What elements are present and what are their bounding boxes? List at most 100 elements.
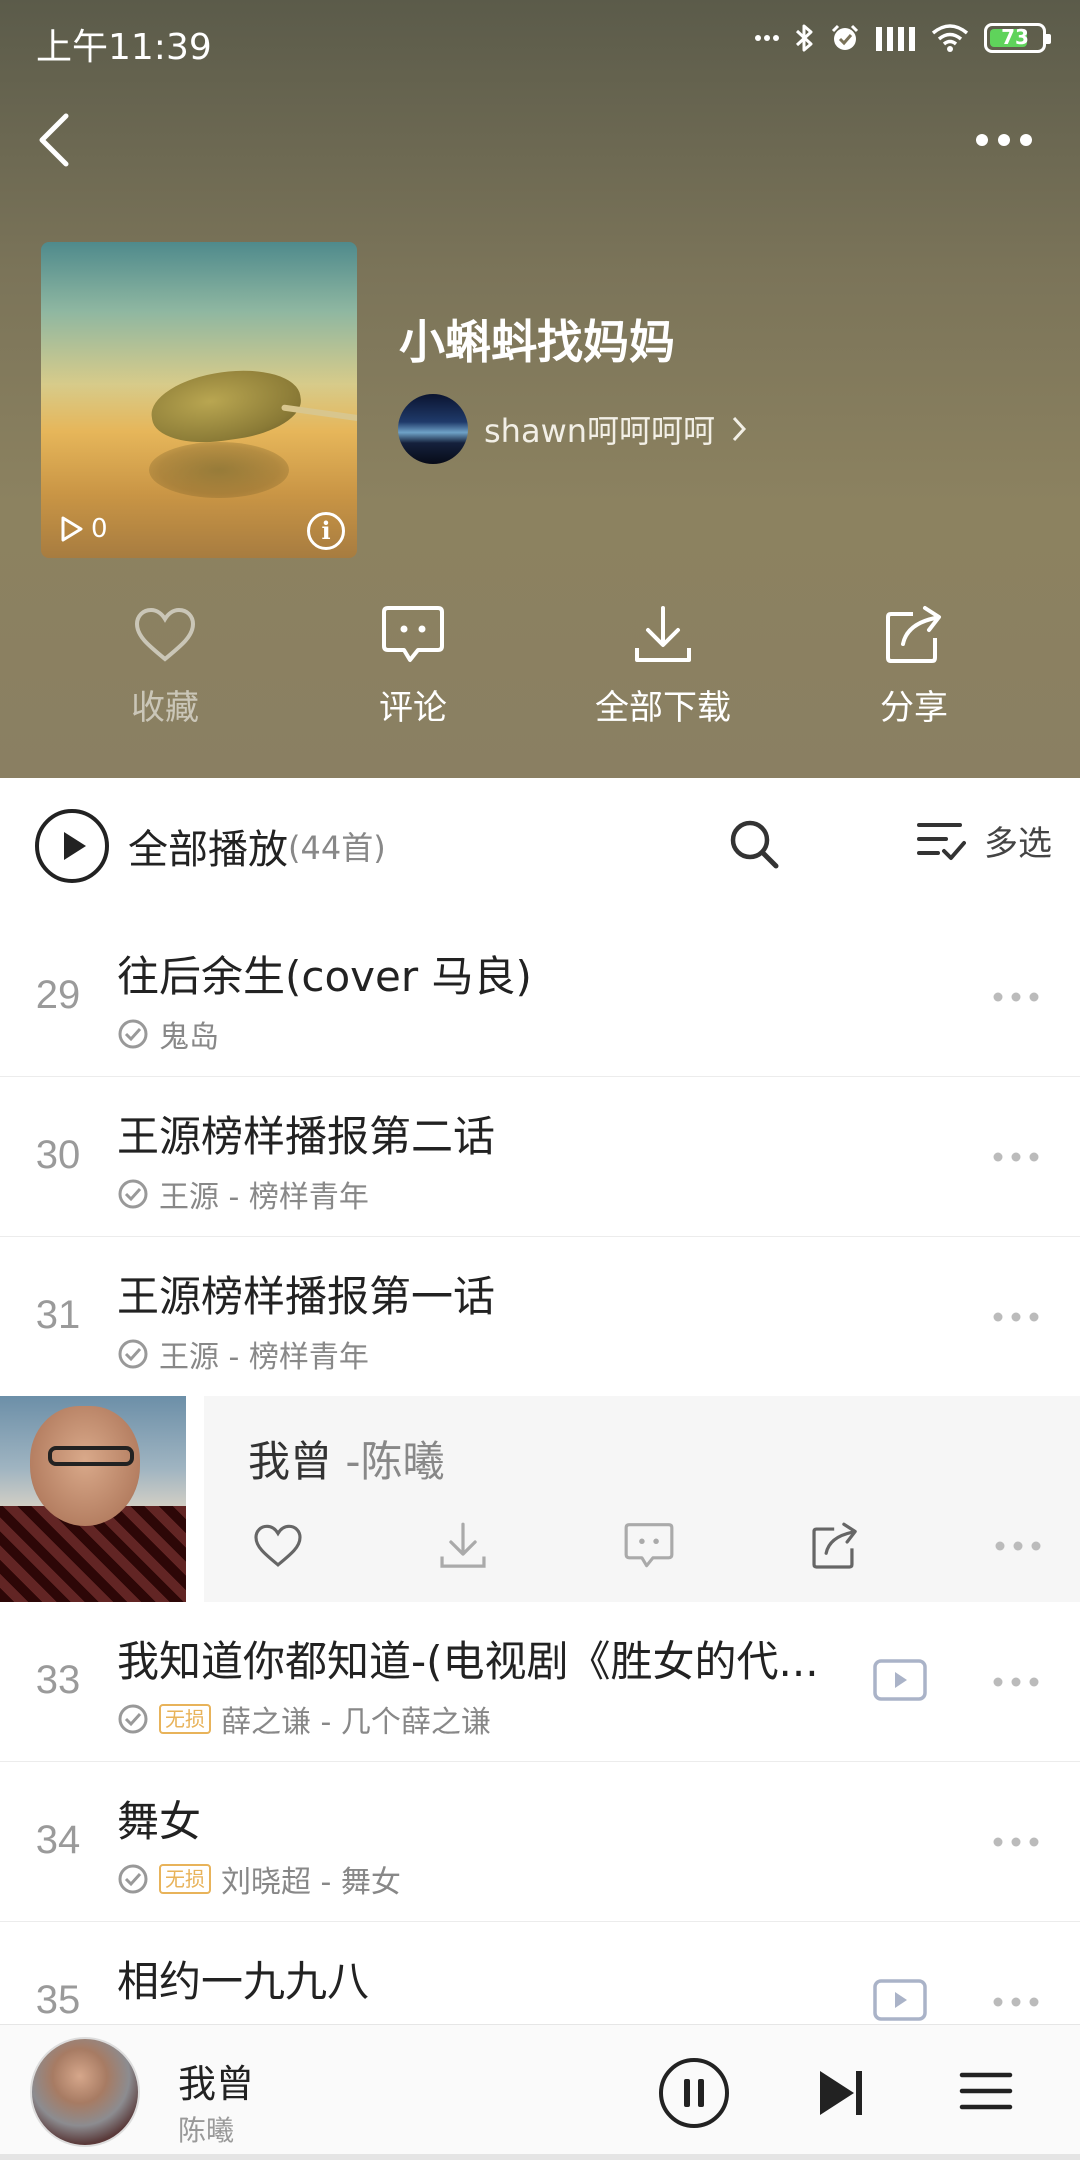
lossless-badge: 无损	[159, 1864, 211, 1894]
play-all-label: 全部播放	[128, 827, 288, 873]
song-title: 我知道你都知道-(电视剧《胜女的代...	[117, 1637, 819, 1686]
song-row[interactable]: 34 舞女 无损 刘晓超 - 舞女	[0, 1762, 1080, 1922]
song-subtitle: 无损 刘晓超 - 舞女	[117, 1857, 401, 1901]
downloaded-check-icon	[118, 1704, 148, 1734]
more-horizontal-icon	[976, 134, 1032, 146]
song-title: 王源榜样播报第二话	[117, 1112, 496, 1161]
playlist-cover[interactable]: 0 i	[41, 242, 357, 558]
search-button[interactable]	[726, 816, 782, 872]
comment-button[interactable]: 评论	[303, 600, 523, 740]
lossless-badge: 无损	[159, 1704, 211, 1734]
mv-button[interactable]	[872, 1978, 928, 2022]
pause-icon	[659, 2058, 729, 2128]
battery-icon: 73	[984, 23, 1051, 53]
song-count: (44首)	[288, 829, 386, 867]
song-more-button[interactable]	[988, 1984, 1044, 2020]
favorite-button[interactable]: 收藏	[55, 600, 275, 740]
status-icons: 73	[754, 18, 1051, 58]
more-horizontal-icon	[993, 1152, 1039, 1162]
menu-icon	[959, 2072, 1013, 2110]
multi-select-button[interactable]: 多选	[916, 816, 1052, 865]
song-more-button[interactable]	[988, 1299, 1044, 1335]
comment-label: 评论	[379, 688, 447, 728]
comment-icon	[382, 606, 444, 662]
play-count: 0	[59, 514, 108, 544]
song-artist: 薛之谦 - 几个薛之谦	[221, 1705, 491, 1740]
info-icon[interactable]: i	[307, 512, 345, 550]
more-horizontal-icon	[993, 1312, 1039, 1322]
song-number: 35	[35, 1978, 81, 2022]
expanded-favorite-button[interactable]	[248, 1516, 308, 1576]
song-title: 王源榜样播报第一话	[117, 1272, 496, 1321]
alarm-icon	[831, 24, 859, 50]
download-all-label: 全部下载	[595, 688, 731, 728]
play-count-icon	[61, 516, 83, 542]
song-number: 31	[35, 1293, 81, 1337]
share-button[interactable]: 分享	[804, 600, 1024, 740]
song-number: 34	[35, 1818, 81, 1862]
expanded-download-button[interactable]	[433, 1516, 493, 1576]
song-number: 30	[35, 1133, 81, 1177]
song-subtitle: 鬼岛	[117, 1012, 219, 1056]
song-more-button[interactable]	[988, 979, 1044, 1015]
song-title: 往后余生(cover 马良)	[117, 952, 532, 1001]
playlist-header: 上午11:39 73 0 i 小蝌蚪找妈妈 shawn呵呵呵呵 收藏 评论 全部…	[0, 0, 1080, 778]
expanded-more-button[interactable]	[988, 1516, 1048, 1576]
more-horizontal-icon	[995, 1541, 1041, 1551]
now-playing-cover[interactable]	[30, 2037, 140, 2147]
now-playing-title: 我曾	[178, 2062, 255, 2106]
artist-photo	[0, 1396, 186, 1602]
favorite-label: 收藏	[131, 688, 199, 728]
play-all-bar: 全部播放 (44首) 多选	[0, 778, 1080, 918]
search-icon	[730, 820, 779, 869]
playback-progress[interactable]	[0, 2154, 1080, 2160]
owner-avatar	[398, 394, 468, 464]
song-row[interactable]: 30 王源榜样播报第二话 王源 - 榜样青年	[0, 1077, 1080, 1237]
download-all-button[interactable]: 全部下载	[553, 600, 773, 740]
song-title: 舞女	[117, 1797, 202, 1846]
more-horizontal-icon	[993, 1997, 1039, 2007]
downloaded-check-icon	[118, 1019, 148, 1049]
song-title: 相约一九九八	[117, 1957, 370, 2006]
song-row[interactable]: 33 我知道你都知道-(电视剧《胜女的代... 无损 薛之谦 - 几个薛之谦	[0, 1602, 1080, 1762]
expanded-title-text: 我曾	[248, 1437, 346, 1486]
expanded-comment-button[interactable]	[619, 1516, 679, 1576]
song-more-button[interactable]	[988, 1824, 1044, 1860]
now-playing-artist: 陈曦	[178, 2114, 235, 2147]
back-arrow-icon	[39, 113, 69, 167]
bluetooth-icon	[795, 24, 813, 52]
play-count-value: 0	[91, 514, 108, 544]
song-more-button[interactable]	[988, 1664, 1044, 1700]
heart-icon	[254, 1524, 302, 1567]
chevron-right-icon	[732, 416, 747, 442]
next-track-button[interactable]	[812, 2063, 872, 2123]
expanded-song-row[interactable]: 我曾 -陈曦	[0, 1396, 1080, 1602]
mini-player[interactable]: 我曾 陈曦	[0, 2024, 1080, 2160]
expanded-share-button[interactable]	[805, 1516, 865, 1576]
song-artist: 鬼岛	[159, 1020, 219, 1055]
song-more-button[interactable]	[988, 1139, 1044, 1175]
song-artist: 王源 - 榜样青年	[159, 1340, 369, 1375]
owner-link[interactable]: shawn呵呵呵呵	[398, 394, 747, 464]
more-options-button[interactable]	[962, 108, 1046, 172]
playlist-queue-button[interactable]	[956, 2061, 1016, 2121]
song-number: 33	[35, 1658, 81, 1702]
song-subtitle: 王源 - 榜样青年	[117, 1172, 369, 1216]
back-button[interactable]	[22, 108, 86, 172]
mv-button[interactable]	[872, 1658, 928, 1702]
status-bar: 上午11:39 73	[0, 0, 1080, 78]
downloaded-check-icon	[118, 1339, 148, 1369]
song-artist: 刘晓超 - 舞女	[221, 1865, 401, 1900]
more-notifications-icon	[755, 35, 779, 41]
share-icon	[886, 606, 941, 663]
multi-select-label: 多选	[984, 824, 1052, 864]
status-time: 上午11:39	[36, 27, 212, 68]
song-subtitle: 王源 - 榜样青年	[117, 1332, 369, 1376]
song-row[interactable]: 29 往后余生(cover 马良) 鬼岛	[0, 917, 1080, 1077]
play-all-button[interactable]: 全部播放 (44首)	[34, 808, 386, 884]
expanded-artist: -陈曦	[345, 1437, 445, 1486]
pause-button[interactable]	[658, 2057, 730, 2129]
song-row[interactable]: 31 王源榜样播报第一话 王源 - 榜样青年	[0, 1237, 1080, 1397]
download-icon	[635, 606, 691, 662]
playlist-title: 小蝌蚪找妈妈	[399, 315, 675, 369]
